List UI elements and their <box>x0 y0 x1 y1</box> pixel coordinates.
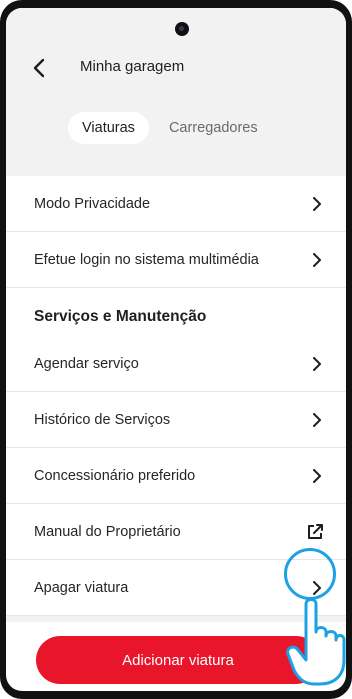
list-item-label: Agendar serviço <box>34 355 139 372</box>
pointing-hand-icon <box>286 598 346 686</box>
list-item-modo-privacidade[interactable]: Modo Privacidade <box>6 176 346 232</box>
list-item-label: Apagar viatura <box>34 579 129 596</box>
tab-carregadores[interactable]: Carregadores <box>155 112 272 144</box>
tab-viaturas[interactable]: Viaturas <box>68 112 149 144</box>
list-item-label: Histórico de Serviços <box>34 411 171 428</box>
chevron-left-icon <box>33 58 45 78</box>
list-item-historico-servicos[interactable]: Histórico de Serviços <box>6 392 346 448</box>
list-item-agendar-servico[interactable]: Agendar serviço <box>6 336 346 392</box>
tab-bar: Viaturas Carregadores <box>68 112 272 144</box>
list-item-label: Concessionário preferido <box>34 467 196 484</box>
list-item-label: Manual do Proprietário <box>34 523 181 540</box>
chevron-right-icon <box>313 356 321 371</box>
list-item-concessionario-preferido[interactable]: Concessionário preferido <box>6 448 346 504</box>
back-button[interactable] <box>28 56 52 80</box>
list-item-login-multimedia[interactable]: Efetue login no sistema multimédia <box>6 232 346 288</box>
chevron-right-icon <box>313 196 321 211</box>
section-title: Serviços e Manutenção <box>34 308 207 325</box>
chevron-right-icon <box>313 412 321 427</box>
tap-highlight-ring <box>284 548 336 600</box>
section-heading: Serviços e Manutenção <box>6 288 346 336</box>
list-item-label: Efetue login no sistema multimédia <box>34 251 259 268</box>
chevron-right-icon <box>313 468 321 483</box>
page-title: Minha garagem <box>80 58 185 75</box>
phone-frame: Minha garagem Viaturas Carregadores Modo… <box>0 0 352 699</box>
list-item-label: Modo Privacidade <box>34 195 151 212</box>
settings-list: Modo Privacidade Efetue login no sistema… <box>6 176 346 616</box>
external-link-icon <box>308 523 323 539</box>
chevron-right-icon <box>313 252 321 267</box>
front-camera <box>175 22 189 36</box>
add-vehicle-button[interactable]: Adicionar viatura <box>36 636 320 684</box>
